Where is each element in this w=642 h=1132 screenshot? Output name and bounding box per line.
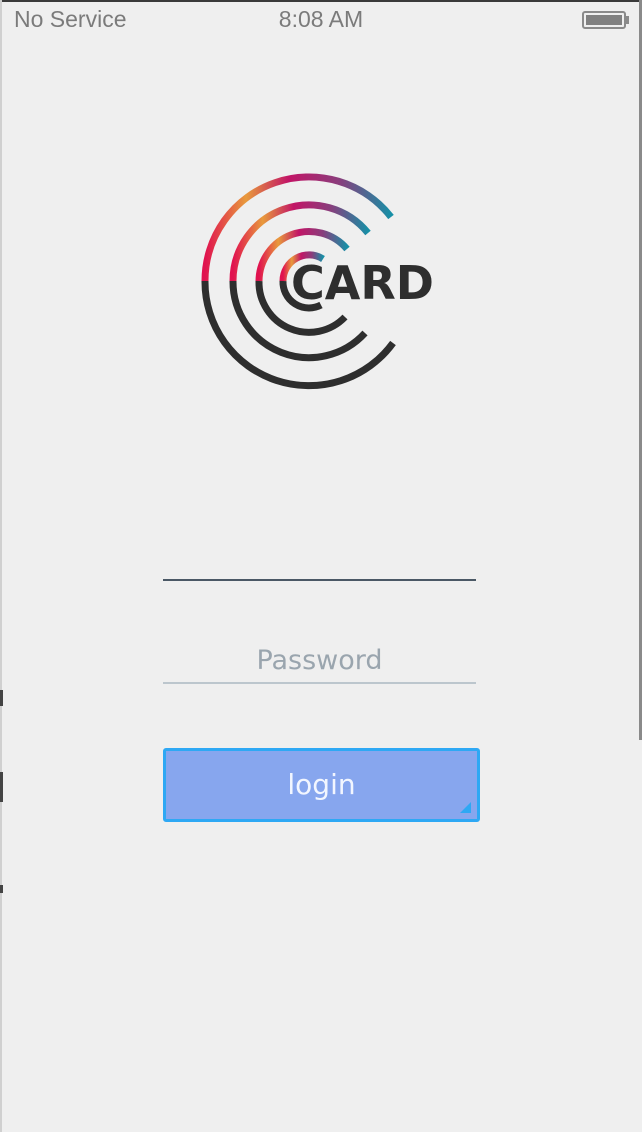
card-logo: CARD [201,173,434,390]
battery-level [586,15,622,25]
battery-icon [582,11,626,29]
status-bar: No Service 8:08 AM [0,0,642,40]
side-marker [0,690,3,706]
password-field[interactable] [163,638,476,684]
battery-terminal [626,16,629,24]
logo-wordmark: CARD [291,256,434,310]
login-button[interactable]: login [163,748,480,822]
status-time: 8:08 AM [278,6,364,32]
login-button-label: login [287,768,356,801]
username-field[interactable] [163,535,476,581]
side-marker [0,885,3,893]
corner-marker-icon [460,802,471,813]
window-left-edge [0,0,2,1132]
side-marker [0,772,3,802]
